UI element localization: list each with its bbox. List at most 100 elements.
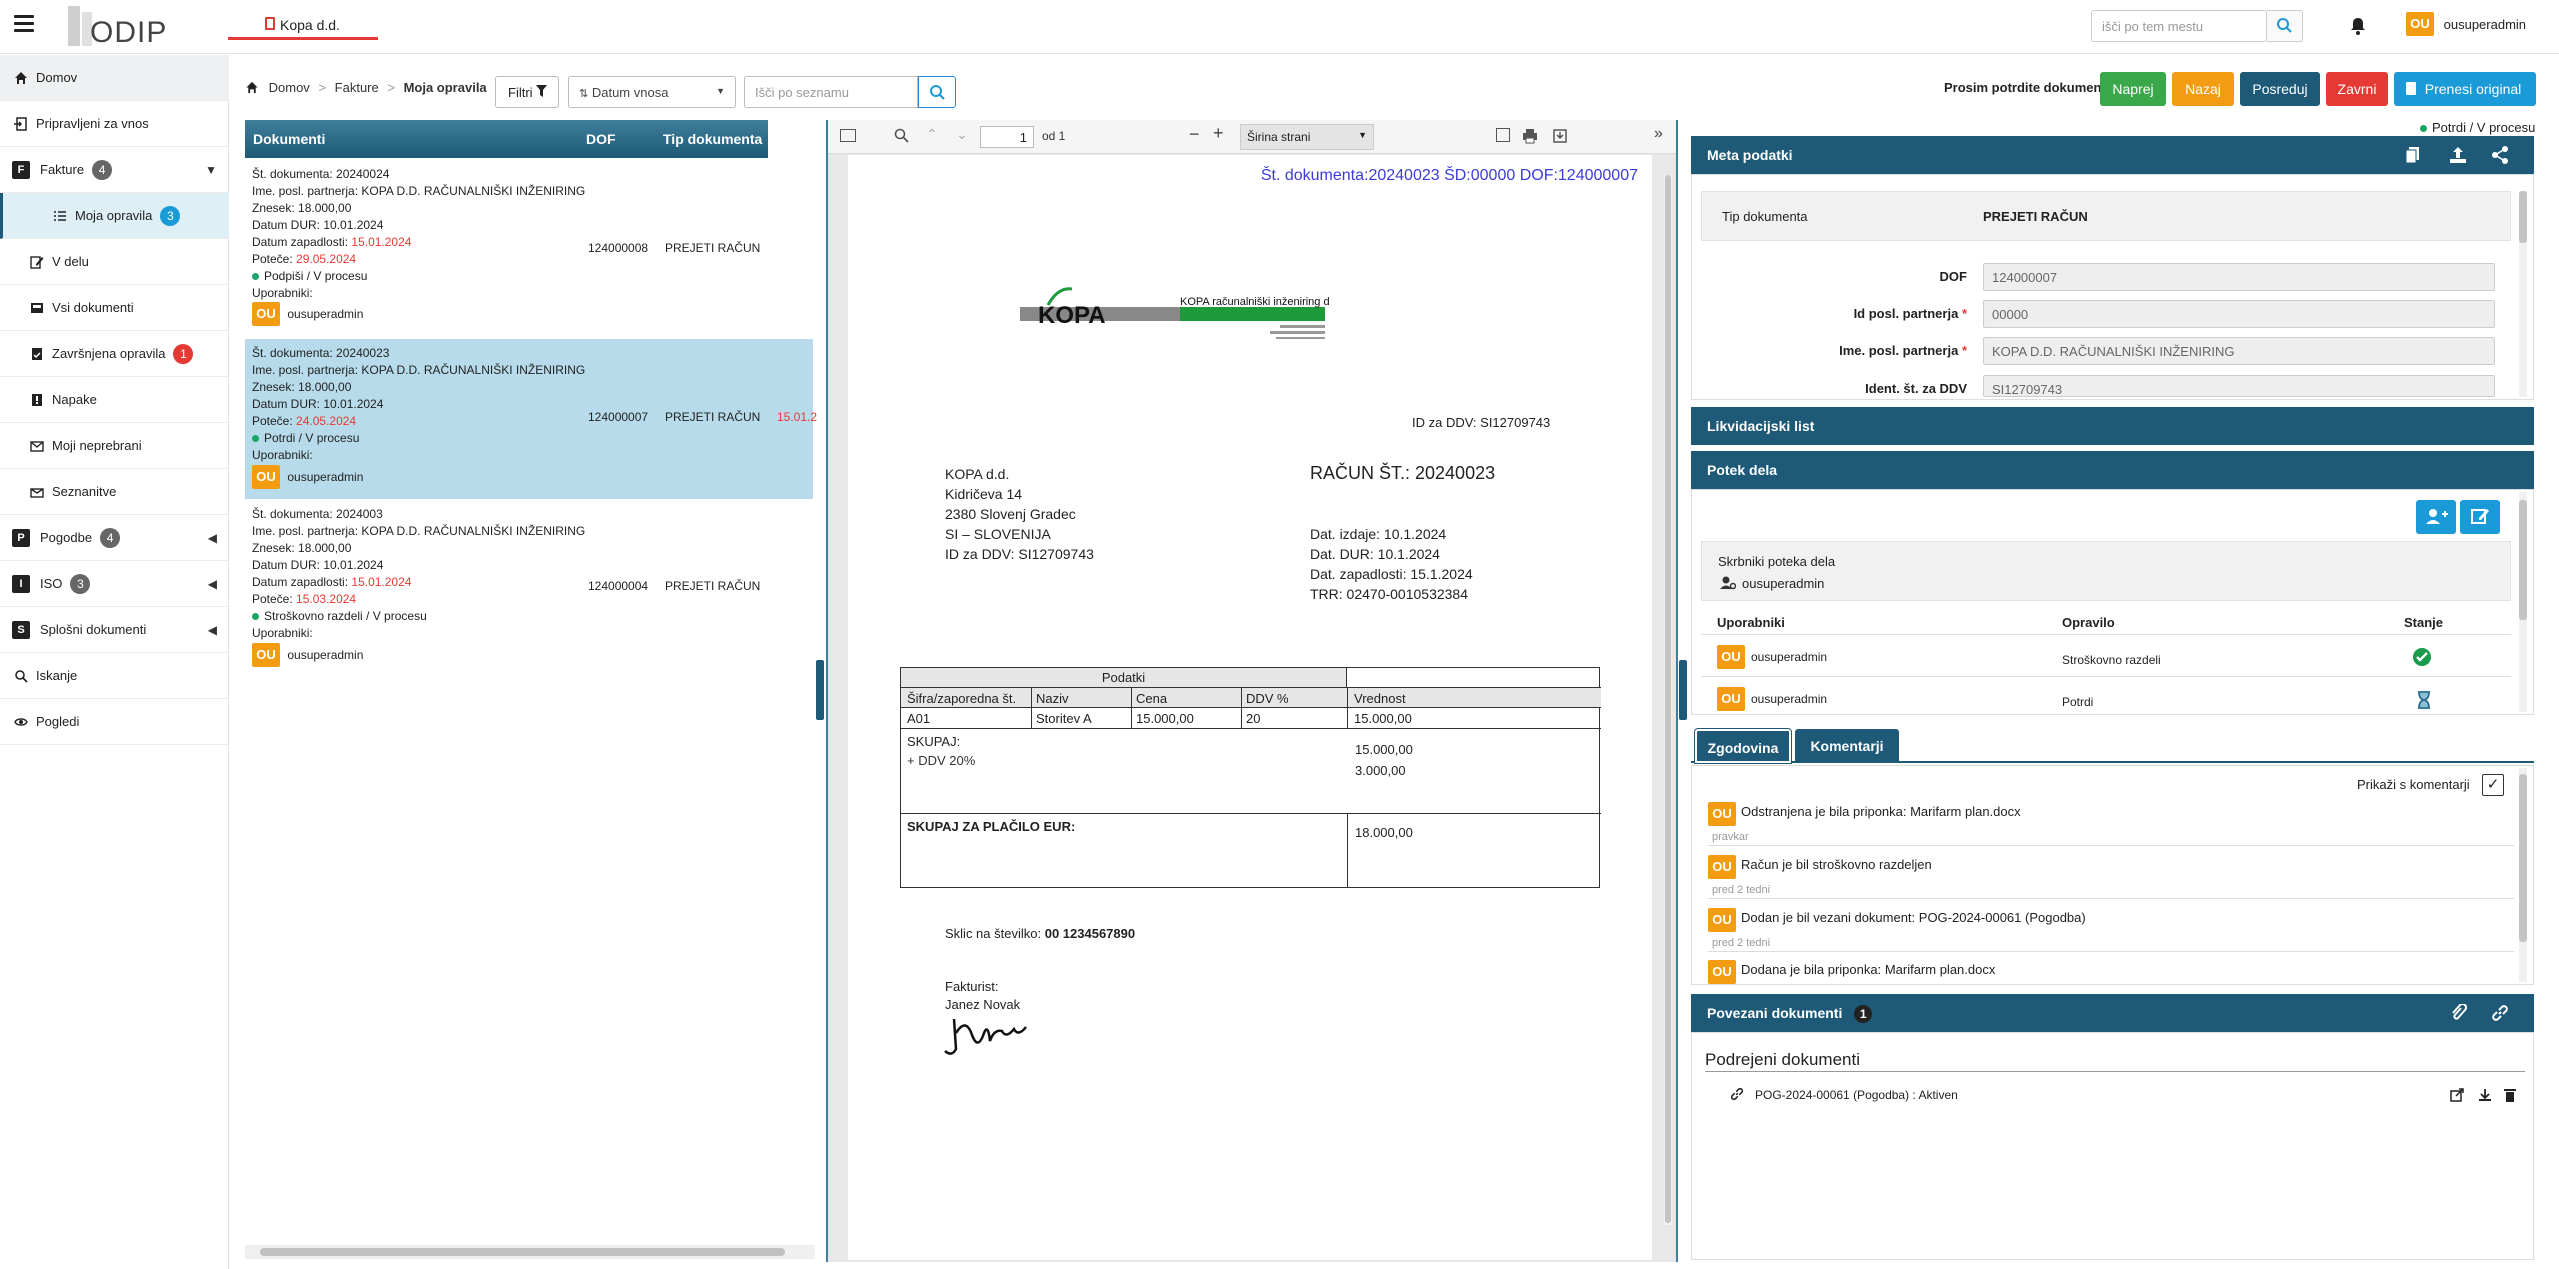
likvidacijski-header[interactable]: Likvidacijski list bbox=[1691, 407, 2534, 445]
list-search-input[interactable]: Išči po seznamu bbox=[744, 76, 918, 108]
sidebar-item-zavrsnjena[interactable]: Završnjena opravila 1 bbox=[0, 331, 229, 377]
link-icon[interactable] bbox=[2491, 1004, 2509, 1022]
trash-icon[interactable] bbox=[2504, 1088, 2516, 1102]
sort-select[interactable]: ⇅ Datum vnosa ▼ bbox=[568, 76, 736, 108]
sidebar-item-splosni[interactable]: S Splošni dokumenti ◀ bbox=[0, 607, 229, 653]
field-partner-id[interactable]: 00000 bbox=[1983, 300, 2495, 328]
chevron-up-icon[interactable]: ⌃ bbox=[926, 126, 938, 143]
tab-kopa[interactable]: Kopa d.d. bbox=[228, 0, 378, 40]
print-icon[interactable] bbox=[1522, 128, 1538, 144]
sidebar-item-moja-opravila[interactable]: Moja opravila 3 bbox=[0, 193, 229, 239]
user-menu[interactable]: OU ousuperadmin bbox=[2406, 12, 2526, 42]
meta-scrollbar[interactable] bbox=[2519, 191, 2527, 397]
global-search-input[interactable]: išči po tem mestu bbox=[2091, 10, 2267, 42]
prenesi-original-button[interactable]: Prenesi original bbox=[2394, 72, 2536, 106]
open-external-icon[interactable] bbox=[1496, 128, 1510, 142]
sidebar-item-pogodbe[interactable]: P Pogodbe 4 ◀ bbox=[0, 515, 229, 561]
sidebar-item-v-delu[interactable]: V delu bbox=[0, 239, 229, 285]
hourglass-icon bbox=[2418, 691, 2430, 709]
filter-button[interactable]: Filtri bbox=[495, 76, 559, 108]
naprej-button[interactable]: Naprej bbox=[2100, 72, 2166, 106]
posreduj-button[interactable]: Posreduj bbox=[2240, 72, 2320, 106]
date-due: Dat. zapadlosti: 15.1.2024 bbox=[1310, 566, 1473, 582]
td-naziv: Storitev A bbox=[1031, 708, 1096, 728]
zoom-in-icon[interactable]: + bbox=[1213, 123, 1224, 144]
zavrni-button[interactable]: Zavrni bbox=[2326, 72, 2388, 106]
home-icon[interactable] bbox=[245, 81, 259, 94]
avatar: OU bbox=[1708, 802, 1736, 826]
users-label: Uporabniki: bbox=[252, 286, 313, 300]
meta-header[interactable]: Meta podatki bbox=[1691, 136, 2534, 174]
field-partner-name[interactable]: KOPA D.D. RAČUNALNIŠKI INŽENIRING bbox=[1983, 337, 2495, 365]
history-scrollbar[interactable] bbox=[2519, 768, 2527, 982]
open-external-icon[interactable] bbox=[2450, 1088, 2464, 1102]
zoom-select[interactable]: Širina strani ▼ bbox=[1240, 124, 1374, 150]
copy-icon[interactable] bbox=[2405, 146, 2421, 164]
list-horizontal-scrollbar[interactable] bbox=[245, 1245, 815, 1259]
page-number-input[interactable]: 1 bbox=[980, 126, 1034, 148]
list-search-button[interactable] bbox=[918, 76, 956, 108]
sidebar-item-label: V delu bbox=[52, 254, 89, 269]
nazaj-button[interactable]: Nazaj bbox=[2172, 72, 2234, 106]
splitter-handle[interactable] bbox=[1679, 660, 1687, 720]
add-user-button[interactable] bbox=[2416, 500, 2456, 534]
workflow-title: Potek dela bbox=[1707, 462, 1778, 478]
show-comments-checkbox[interactable]: ✓ bbox=[2482, 774, 2504, 796]
pdf-scrollbar[interactable] bbox=[1664, 175, 1672, 1225]
zoom-out-icon[interactable]: − bbox=[1189, 124, 1200, 145]
breadcrumb-section[interactable]: Fakture bbox=[335, 80, 379, 95]
share-icon[interactable] bbox=[2491, 146, 2509, 164]
search-icon bbox=[15, 669, 28, 683]
menu-icon[interactable] bbox=[14, 15, 34, 33]
sidebar-item-pripravljeni[interactable]: Pripravljeni za vnos bbox=[0, 101, 229, 147]
expires-label: Poteče: bbox=[252, 252, 293, 266]
sidebar-item-fakture[interactable]: F Fakture 4 ▼ bbox=[0, 147, 229, 193]
linked-header[interactable]: Povezani dokumenti 1 bbox=[1691, 994, 2534, 1032]
table-header-row: Šifra/zaporedna št. Naziv Cena DDV % Vre… bbox=[901, 688, 1601, 708]
sidebar-item-seznanitve[interactable]: Seznanitve bbox=[0, 469, 229, 515]
download-icon[interactable] bbox=[1552, 128, 1568, 144]
upload-icon[interactable] bbox=[2449, 146, 2467, 164]
field-ddv[interactable]: SI12709743 bbox=[1983, 375, 2495, 397]
global-search-button[interactable] bbox=[2267, 10, 2303, 42]
sidebar-toggle-icon[interactable] bbox=[840, 129, 856, 142]
double-chevron-right-icon[interactable]: » bbox=[1654, 125, 1663, 143]
sklic-label: Sklic na številko: bbox=[945, 926, 1042, 941]
paperclip-icon[interactable] bbox=[2449, 1004, 2467, 1022]
col-dof[interactable]: DOF bbox=[586, 131, 616, 147]
edit-workflow-button[interactable] bbox=[2460, 500, 2500, 534]
tab-komentarji[interactable]: Komentarji bbox=[1795, 729, 1899, 763]
guardians-label: Skrbniki poteka dela bbox=[1718, 554, 1836, 569]
table-row[interactable]: OU ousuperadmin Potrdi bbox=[1701, 679, 2511, 711]
workflow-scrollbar[interactable] bbox=[2519, 492, 2527, 712]
sidebar-item-napake[interactable]: Napake bbox=[0, 377, 229, 423]
col-dokumenti[interactable]: Dokumenti bbox=[253, 131, 325, 147]
sidebar-item-moji-neprebrani[interactable]: Moji neprebrani bbox=[0, 423, 229, 469]
bell-icon[interactable] bbox=[2350, 17, 2366, 38]
sidebar-item-iskanje[interactable]: Iskanje bbox=[0, 653, 229, 699]
col-tip[interactable]: Tip dokumenta bbox=[663, 131, 762, 147]
splitter-handle[interactable] bbox=[816, 660, 824, 720]
tab-zgodovina[interactable]: Zgodovina bbox=[1694, 728, 1792, 764]
sort-value: Datum vnosa bbox=[591, 85, 669, 100]
list-item[interactable]: Št. dokumenta: 20240024 Ime. posl. partn… bbox=[245, 163, 813, 335]
breadcrumb-home[interactable]: Domov bbox=[269, 80, 310, 95]
list-item[interactable]: Št. dokumenta: 20240023 Ime. posl. partn… bbox=[245, 339, 817, 499]
logo-company-text: KOPA računalniški inženiring d.d. bbox=[1180, 296, 1330, 308]
download-icon[interactable] bbox=[2478, 1088, 2492, 1102]
list-item[interactable]: Št. dokumenta: 2024003 Ime. posl. partne… bbox=[245, 502, 813, 672]
sidebar-item-domov[interactable]: Domov bbox=[0, 55, 229, 101]
logo-text: KOPA bbox=[1038, 302, 1106, 329]
search-icon[interactable] bbox=[894, 128, 910, 144]
sidebar-item-pogledi[interactable]: Pogledi bbox=[0, 699, 229, 745]
sidebar-item-vsi-dokumenti[interactable]: Vsi dokumenti bbox=[0, 285, 229, 331]
avatar: OU bbox=[252, 643, 280, 667]
field-dof[interactable]: 124000007 bbox=[1983, 263, 2495, 291]
history-item: Račun je bil stroškovno razdeljen bbox=[1741, 857, 1932, 872]
company-name: KOPA d.d. bbox=[945, 466, 1010, 482]
chevron-down-icon[interactable]: ⌄ bbox=[956, 126, 968, 143]
workflow-header[interactable]: Potek dela bbox=[1691, 451, 2534, 489]
linked-document[interactable]: POG-2024-00061 (Pogodba) : Aktiven bbox=[1755, 1088, 1958, 1102]
sidebar-item-iso[interactable]: I ISO 3 ◀ bbox=[0, 561, 229, 607]
table-row[interactable]: OU ousuperadmin Stroškovno razdeli bbox=[1701, 637, 2511, 677]
